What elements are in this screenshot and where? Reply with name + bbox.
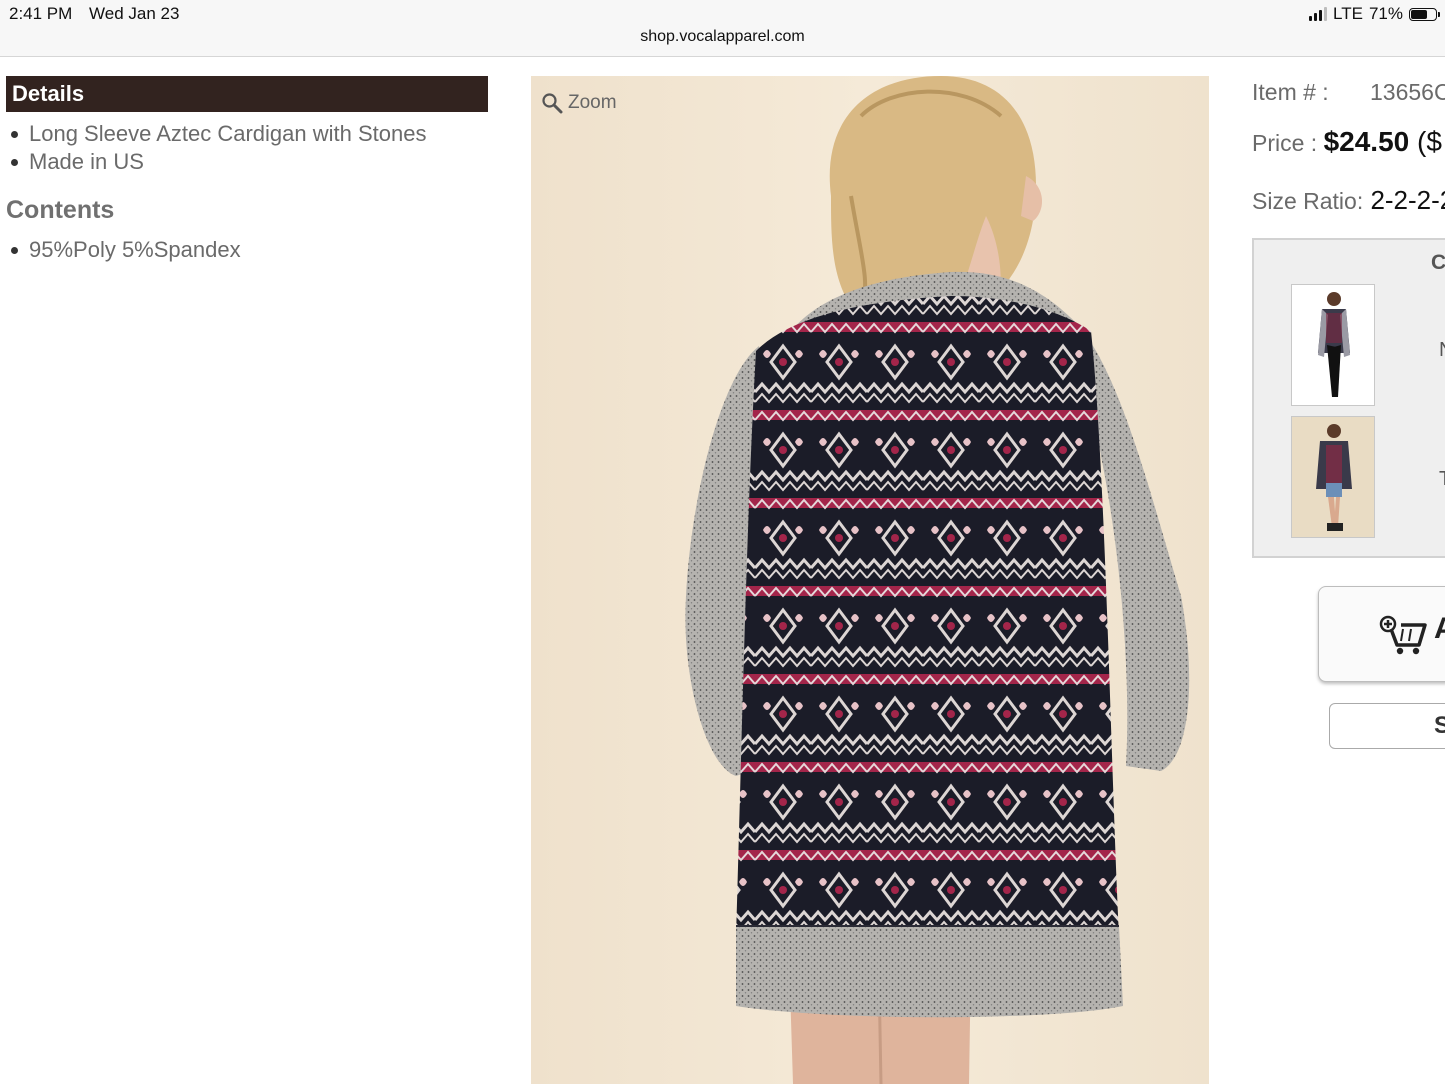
color-option-label-1: N [1439,339,1445,362]
browser-status-bar: 2:41 PM Wed Jan 23 LTE 71% shop.vocalapp… [0,0,1445,57]
item-number-label: Item # : [1252,79,1329,105]
details-item-description: Long Sleeve Aztec Cardigan with Stones [10,120,426,148]
battery-icon [1409,7,1440,21]
product-photo[interactable] [531,76,1209,1084]
contents-heading: Contents [6,196,115,224]
magnifier-icon [542,93,563,114]
thumbnail-model-shorts-image [1292,417,1374,537]
color-thumbnail-2[interactable] [1291,416,1375,538]
cart-plus-icon [1379,615,1427,655]
status-time: 2:41 PM [9,4,73,23]
add-to-cart-label: A [1434,612,1445,645]
secondary-action-button[interactable] [1329,703,1445,749]
network-type: LTE [1333,4,1363,23]
zoom-label: Zoom [568,92,617,113]
url-bar[interactable]: shop.vocalapparel.com [0,28,1445,46]
model-back-view [531,76,1209,1084]
status-indicators: LTE 71% [1309,4,1440,24]
secondary-action-label: S [1434,712,1445,739]
color-options-title: C [1431,251,1445,274]
price-label: Price : [1252,130,1324,156]
price-row: Price : $24.50 ($ [1252,126,1442,158]
contents-list: 95%Poly 5%Spandex [10,236,241,264]
details-item-origin: Made in US [10,148,426,176]
color-thumbnail-1[interactable] [1291,284,1375,406]
details-heading: Details [6,76,488,112]
battery-percent: 71% [1368,4,1403,23]
size-ratio-value: 2-2-2-2 [1370,185,1445,215]
price-value: $24.50 [1323,126,1410,157]
details-list: Long Sleeve Aztec Cardigan with Stones M… [10,120,426,176]
size-ratio-label: Size Ratio: [1252,188,1364,214]
item-number-value: 13656C [1370,79,1445,105]
signal-icon [1309,7,1328,21]
zoom-button[interactable]: Zoom [541,92,617,114]
contents-item-fabric: 95%Poly 5%Spandex [10,236,241,264]
thumbnail-model-front-image [1292,285,1374,405]
add-to-cart-button[interactable] [1318,586,1445,682]
price-extra: ($ [1409,126,1442,157]
product-page: 2:41 PM Wed Jan 23 LTE 71% shop.vocalapp… [0,0,1445,1084]
status-date: Wed Jan 23 [89,4,180,23]
color-option-label-2: T [1439,468,1445,491]
size-ratio-row: Size Ratio: 2-2-2-2 [1252,185,1445,216]
